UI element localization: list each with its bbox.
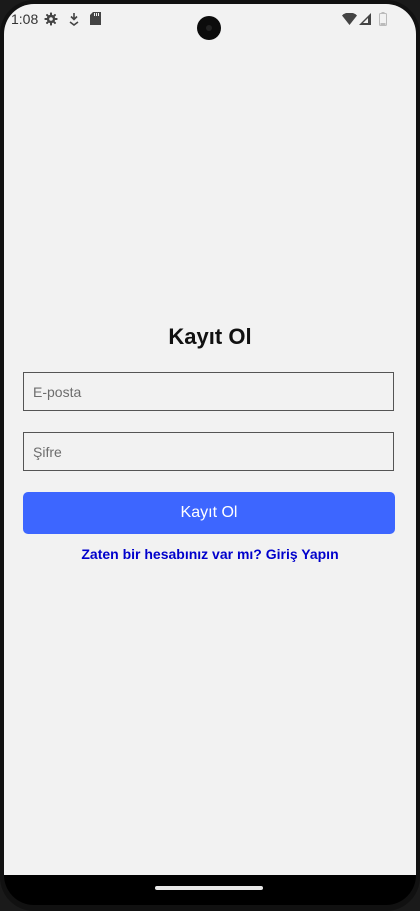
sd-card-icon [90, 12, 101, 25]
email-field[interactable] [23, 372, 394, 411]
front-camera [197, 16, 221, 40]
status-time: 1:08 [11, 11, 39, 27]
screen: 1:08 Kayıt Ol E-posta Kayıt Ol Zaten bir… [4, 4, 416, 875]
navigation-bar [4, 875, 416, 905]
phone-frame: 1:08 Kayıt Ol E-posta Kayıt Ol Zaten bir… [0, 0, 420, 911]
password-input[interactable] [24, 433, 393, 470]
password-field[interactable] [23, 432, 394, 471]
signal-icon [359, 13, 371, 25]
register-button[interactable]: Kayıt Ol [23, 492, 395, 534]
wifi-icon [342, 13, 357, 25]
status-bar: 1:08 [4, 4, 416, 40]
gear-icon [44, 12, 58, 26]
login-link[interactable]: Zaten bir hesabınız var mı? Giriş Yapın [4, 546, 416, 562]
page-title: Kayıt Ol [168, 324, 252, 349]
download-icon [69, 13, 79, 26]
battery-icon [379, 12, 387, 26]
email-input[interactable] [24, 373, 393, 410]
home-indicator[interactable] [155, 886, 263, 890]
